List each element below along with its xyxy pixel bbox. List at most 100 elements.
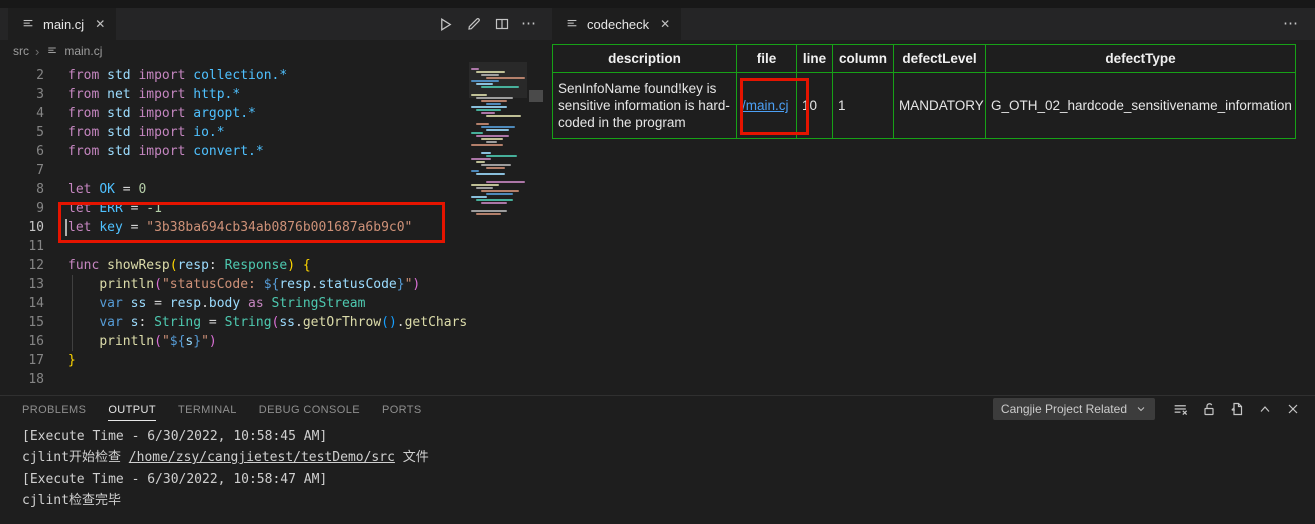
code-line: 12func showResp(resp: Response) { bbox=[0, 256, 466, 275]
panel-header: PROBLEMS OUTPUT TERMINAL DEBUG CONSOLE PORTS… bbox=[0, 396, 1315, 422]
code-editor[interactable]: 2from std import collection.*3from net i… bbox=[0, 62, 466, 395]
file-icon bbox=[19, 16, 36, 33]
file-link[interactable]: /main.cj bbox=[742, 98, 789, 113]
header-description: description bbox=[553, 45, 737, 73]
code-text: println("${s}") bbox=[68, 332, 217, 351]
panel-tab-problems[interactable]: PROBLEMS bbox=[22, 398, 86, 421]
cell-description: SenInfoName found!key is sensitive infor… bbox=[553, 73, 737, 139]
code-line: 2from std import collection.* bbox=[0, 66, 466, 85]
minimap-line bbox=[481, 112, 495, 114]
code-text: from std import collection.* bbox=[68, 66, 287, 85]
panel-tab-output[interactable]: OUTPUT bbox=[108, 398, 156, 421]
line-number: 16 bbox=[0, 332, 44, 351]
split-editor-icon[interactable] bbox=[493, 16, 510, 33]
code-text: let ERR = -1 bbox=[68, 199, 162, 218]
panel-tabs: PROBLEMS OUTPUT TERMINAL DEBUG CONSOLE PORTS bbox=[22, 398, 422, 421]
minimap-line bbox=[476, 109, 501, 111]
breadcrumb-file[interactable]: main.cj bbox=[64, 44, 102, 58]
minimap-line bbox=[471, 68, 479, 70]
line-number: 3 bbox=[0, 85, 44, 104]
more-actions-icon[interactable]: ⋯ bbox=[1283, 19, 1299, 29]
code-line: 5 from std import io.* bbox=[0, 123, 466, 142]
panel-tab-debug-console[interactable]: DEBUG CONSOLE bbox=[259, 398, 360, 421]
editor-scrollbar[interactable] bbox=[527, 62, 545, 395]
minimap-line bbox=[481, 164, 511, 166]
more-actions-icon[interactable]: ⋯ bbox=[521, 19, 537, 29]
minimap-line bbox=[476, 187, 493, 189]
clear-output-icon[interactable] bbox=[1172, 401, 1189, 418]
code-line: 4 from std import argopt.* bbox=[0, 104, 466, 123]
code-text: from std import argopt.* bbox=[68, 104, 256, 123]
line-number: 7 bbox=[0, 161, 44, 180]
line-number: 4 bbox=[0, 104, 44, 123]
minimap-line bbox=[476, 123, 489, 125]
minimap-line bbox=[471, 170, 479, 172]
tab-main-cj[interactable]: main.cj ✕ bbox=[8, 8, 116, 40]
dropdown-value: Cangjie Project Related bbox=[1001, 402, 1127, 416]
defect-table: descriptionfilelinecolumndefectLeveldefe… bbox=[552, 44, 1296, 139]
line-number: 10 bbox=[0, 218, 44, 237]
text-cursor bbox=[65, 219, 67, 236]
code-line: 17} bbox=[0, 351, 466, 370]
code-line: 13 println("statusCode: ${resp.statusCod… bbox=[0, 275, 466, 294]
run-icon[interactable] bbox=[437, 16, 454, 33]
code-text: from std import io.* bbox=[68, 123, 225, 142]
minimap-line bbox=[471, 80, 499, 82]
scrollbar-slider[interactable] bbox=[529, 90, 543, 102]
minimap-line bbox=[481, 190, 519, 192]
breadcrumb-src[interactable]: src bbox=[13, 44, 29, 58]
edit-pencil-icon[interactable] bbox=[465, 16, 482, 33]
minimap-line bbox=[476, 71, 505, 73]
open-output-file-icon[interactable] bbox=[1228, 401, 1245, 418]
close-icon[interactable]: ✕ bbox=[660, 17, 670, 31]
close-panel-icon[interactable] bbox=[1284, 401, 1301, 418]
code-line: 6from std import convert.* bbox=[0, 142, 466, 161]
tab-label: main.cj bbox=[43, 17, 84, 32]
cell-defectLevel: MANDATORY bbox=[894, 73, 986, 139]
minimap-line bbox=[486, 167, 505, 169]
line-number: 18 bbox=[0, 370, 44, 389]
minimap[interactable] bbox=[469, 62, 527, 395]
code-line: 9 let ERR = -1 bbox=[0, 199, 466, 218]
output-path-link[interactable]: /home/zsy/cangjietest/testDemo/src bbox=[129, 450, 395, 465]
editor-actions: ⋯ bbox=[437, 8, 537, 40]
code-text: var ss = resp.body as StringStream bbox=[68, 294, 365, 313]
code-text: let key = "3b38ba694cb34ab0876b001687a6b… bbox=[68, 218, 412, 237]
output-channel-dropdown[interactable]: Cangjie Project Related bbox=[993, 398, 1155, 420]
minimap-line bbox=[481, 202, 507, 204]
code-text: println("statusCode: ${resp.statusCode}"… bbox=[68, 275, 420, 294]
line-number: 12 bbox=[0, 256, 44, 275]
minimap-line bbox=[481, 86, 519, 88]
minimap-line bbox=[471, 94, 487, 96]
output-text: cjlint检查完毕 bbox=[22, 493, 121, 508]
close-icon[interactable]: ✕ bbox=[95, 17, 105, 31]
minimap-line bbox=[476, 97, 513, 99]
cell-file: /main.cj bbox=[737, 73, 797, 139]
minimap-line bbox=[471, 184, 499, 186]
more-actions: ⋯ bbox=[1283, 8, 1299, 40]
panel-tab-ports[interactable]: PORTS bbox=[382, 398, 422, 421]
minimap-line bbox=[471, 106, 507, 108]
line-number: 5 bbox=[0, 123, 44, 142]
vscode-window: main.cj ✕ ⋯ src › main.c bbox=[0, 0, 1315, 524]
header-defectLevel: defectLevel bbox=[894, 45, 986, 73]
minimap-line bbox=[476, 213, 501, 215]
code-line: 3from net import http.* bbox=[0, 85, 466, 104]
minimap-line bbox=[481, 152, 491, 154]
minimap-line bbox=[481, 74, 499, 76]
tab-codecheck[interactable]: codecheck ✕ bbox=[552, 8, 681, 40]
output-line: cjlint开始检查 /home/zsy/cangjietest/testDem… bbox=[22, 447, 1315, 468]
minimap-line bbox=[476, 135, 509, 137]
minimap-line bbox=[471, 132, 483, 134]
cell-line: 10 bbox=[797, 73, 833, 139]
line-number: 9 bbox=[0, 199, 44, 218]
cell-defectType: G_OTH_02_hardcode_sensitivename_informat… bbox=[986, 73, 1296, 139]
minimap-line bbox=[486, 129, 509, 131]
unlock-icon[interactable] bbox=[1200, 401, 1217, 418]
maximize-panel-icon[interactable] bbox=[1256, 401, 1273, 418]
minimap-line bbox=[471, 144, 503, 146]
panel-tab-terminal[interactable]: TERMINAL bbox=[178, 398, 237, 421]
panel-controls: Cangjie Project Related bbox=[993, 396, 1301, 422]
line-number: 17 bbox=[0, 351, 44, 370]
minimap-line bbox=[471, 210, 507, 212]
